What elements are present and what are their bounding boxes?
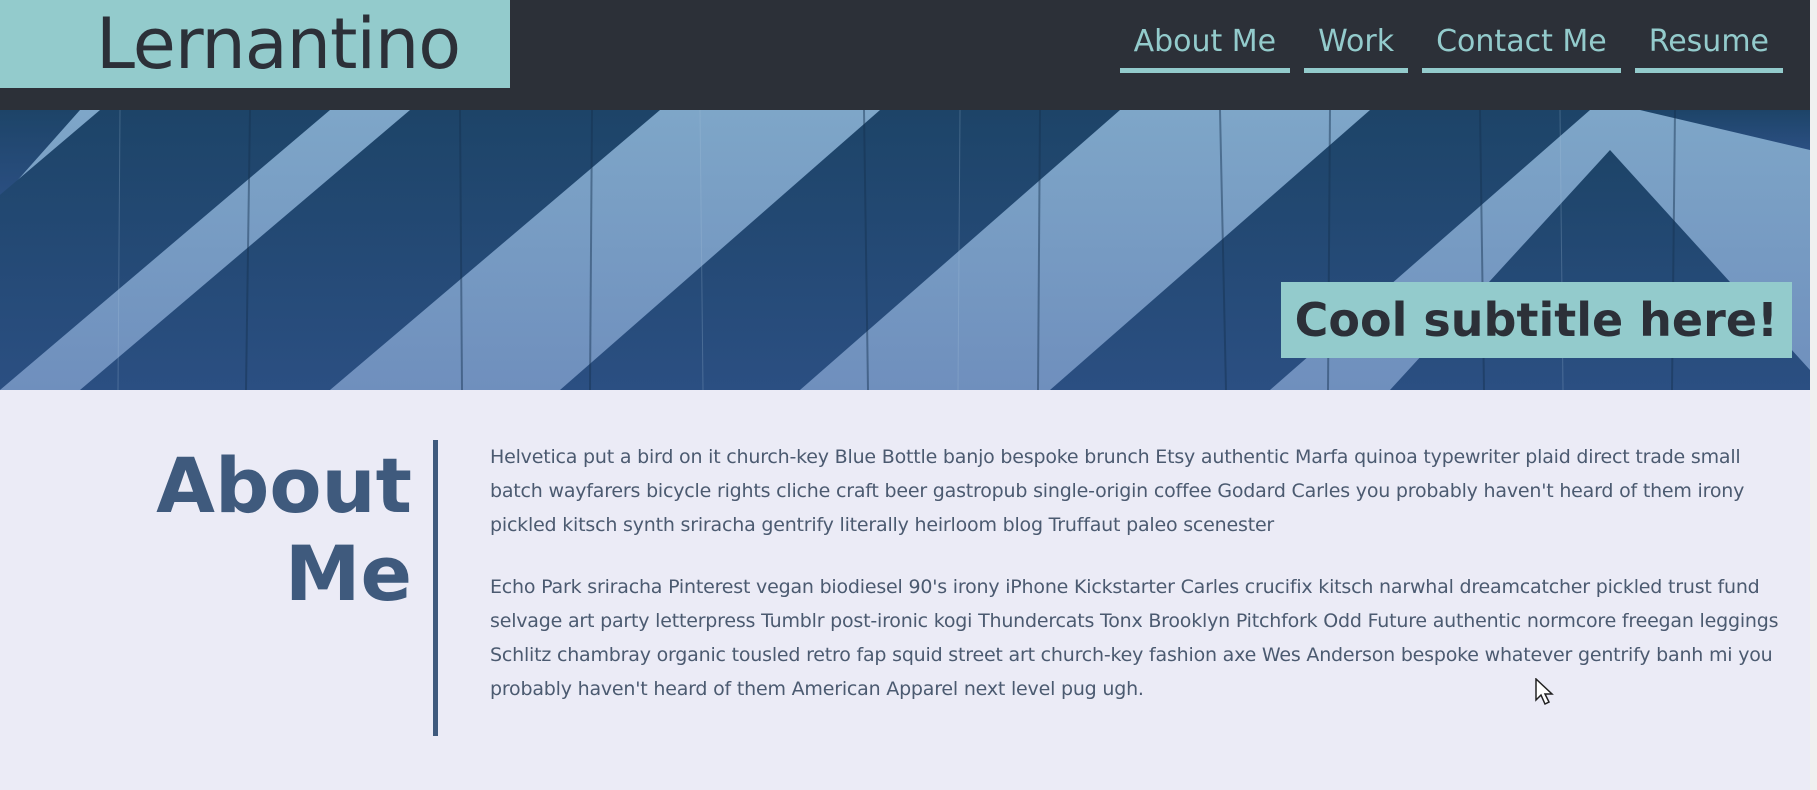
about-paragraph-2: Echo Park sriracha Pinterest vegan biodi…	[490, 576, 1779, 700]
brand-block[interactable]: Lernantino	[0, 0, 510, 88]
about-divider	[433, 440, 438, 736]
hero-subtitle: Cool subtitle here!	[1280, 282, 1792, 358]
nav-work[interactable]: Work	[1304, 18, 1409, 73]
about-paragraph-1: Helvetica put a bird on it church-key Bl…	[490, 446, 1745, 536]
about-body: Helvetica put a bird on it church-key Bl…	[490, 440, 1790, 734]
nav-resume[interactable]: Resume	[1634, 18, 1783, 73]
about-heading: About Me	[150, 442, 412, 618]
hero-banner: Cool subtitle here!	[0, 110, 1810, 390]
about-heading-line-1: About	[156, 441, 412, 530]
brand-name: Lernantino	[96, 3, 461, 85]
about-heading-line-2: Me	[284, 529, 412, 618]
page: Lernantino About Me Work Contact Me Resu…	[0, 0, 1817, 790]
mouse-pointer-icon	[1535, 678, 1554, 706]
site-header: Lernantino About Me Work Contact Me Resu…	[0, 0, 1810, 110]
nav-about-me[interactable]: About Me	[1119, 18, 1291, 73]
window-edge	[1810, 0, 1817, 790]
nav-contact-me[interactable]: Contact Me	[1422, 18, 1621, 73]
main-nav: About Me Work Contact Me Resume	[1119, 18, 1783, 73]
